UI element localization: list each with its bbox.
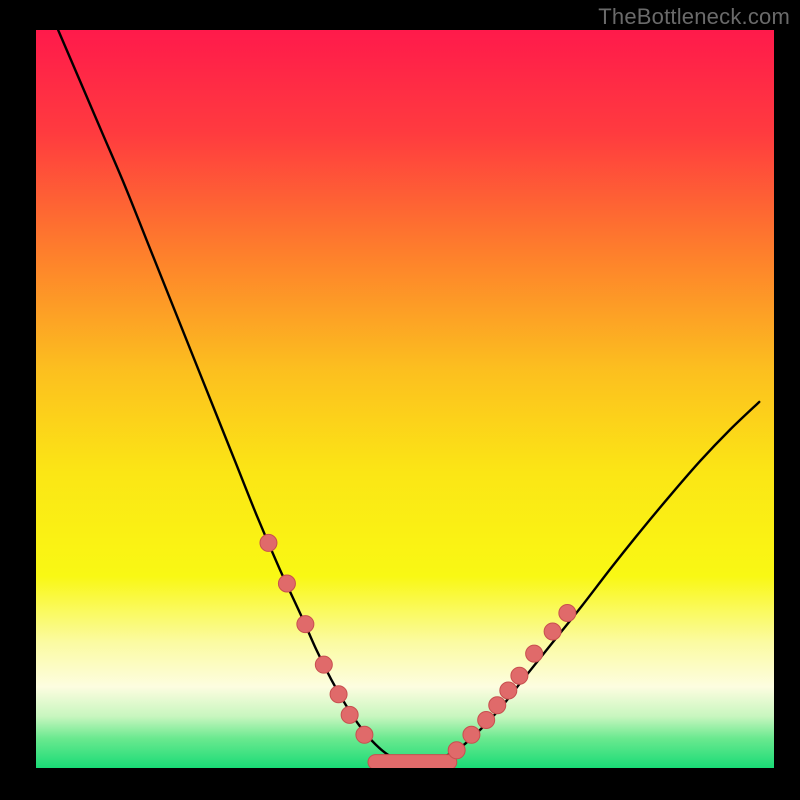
gradient-background <box>36 30 774 768</box>
curve-marker <box>330 686 347 703</box>
curve-marker <box>489 697 506 714</box>
curve-marker <box>511 667 528 684</box>
curve-marker <box>526 645 543 662</box>
curve-marker <box>448 742 465 759</box>
curve-marker <box>315 656 332 673</box>
curve-marker <box>463 726 480 743</box>
curve-marker <box>356 726 373 743</box>
curve-marker <box>559 605 576 622</box>
flat-bottom-trough <box>368 755 457 770</box>
curve-marker <box>260 534 277 551</box>
chart-frame: TheBottleneck.com <box>0 0 800 800</box>
watermark-text: TheBottleneck.com <box>598 4 790 30</box>
curve-marker <box>478 712 495 729</box>
curve-marker <box>278 575 295 592</box>
curve-marker <box>297 616 314 633</box>
curve-marker <box>544 623 561 640</box>
bottleneck-chart <box>0 0 800 800</box>
curve-marker <box>341 706 358 723</box>
curve-marker <box>500 682 517 699</box>
